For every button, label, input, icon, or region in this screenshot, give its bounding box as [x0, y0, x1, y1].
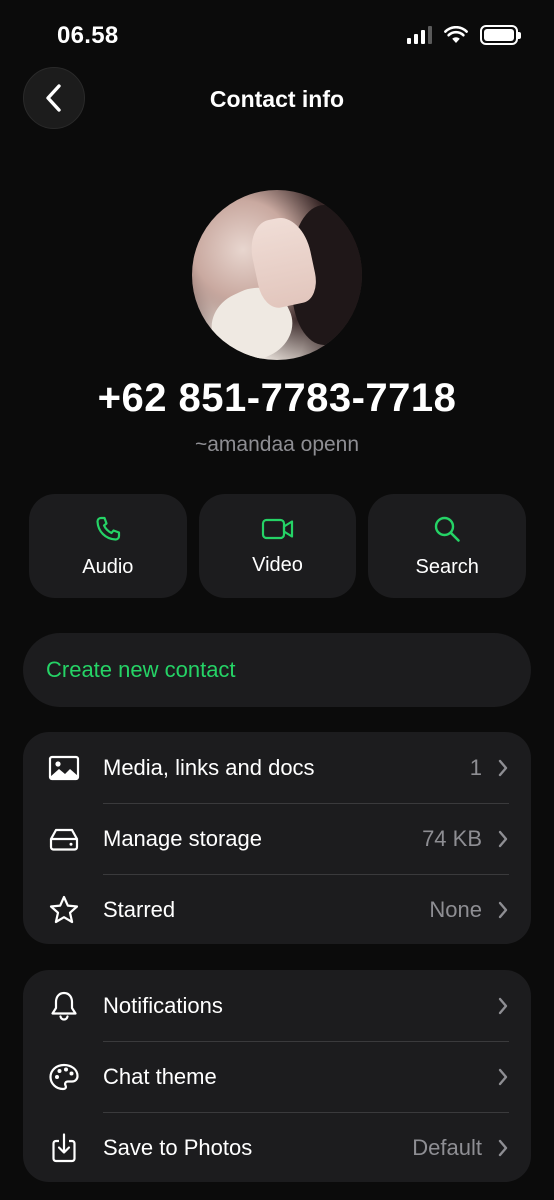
create-new-contact-button[interactable]: Create new contact	[23, 633, 531, 707]
star-icon	[47, 893, 81, 927]
video-call-button[interactable]: Video	[198, 494, 357, 598]
settings-group: Notifications Chat theme Save to Photos …	[23, 970, 531, 1182]
image-icon	[47, 751, 81, 785]
save-to-photos-value: Default	[412, 1134, 482, 1160]
save-icon	[47, 1131, 81, 1165]
manage-storage-label: Manage storage	[103, 825, 262, 851]
media-links-docs-row[interactable]: Media, links and docs 1	[23, 732, 531, 803]
contact-info-screen: 06.58 Contact info +62 851-7783-7718 ~am…	[0, 0, 554, 1200]
status-icons	[407, 25, 521, 45]
chevron-right-icon	[498, 830, 508, 847]
contact-push-name: ~amandaa openn	[194, 433, 360, 456]
chevron-right-icon	[498, 759, 508, 776]
action-buttons: Audio Video Search	[29, 494, 527, 598]
audio-call-button[interactable]: Audio	[29, 494, 187, 598]
notifications-row[interactable]: Notifications	[23, 970, 531, 1041]
video-call-label: Video	[252, 553, 303, 576]
search-button[interactable]: Search	[368, 494, 527, 598]
palette-icon	[47, 1060, 81, 1094]
status-time: 06.58	[57, 22, 119, 49]
bell-icon	[47, 989, 81, 1023]
search-label: Search	[415, 555, 479, 578]
starred-row[interactable]: Starred None	[23, 874, 531, 944]
chevron-right-icon	[498, 997, 508, 1014]
contact-phone-number: +62 851-7783-7718	[97, 376, 457, 420]
storage-size: 74 KB	[422, 825, 482, 851]
audio-call-label: Audio	[82, 555, 134, 578]
save-to-photos-row[interactable]: Save to Photos Default	[23, 1112, 531, 1182]
chevron-right-icon	[498, 1068, 508, 1085]
battery-icon	[480, 25, 521, 45]
video-icon	[261, 518, 293, 539]
save-to-photos-label: Save to Photos	[103, 1134, 253, 1160]
media-count: 1	[469, 754, 482, 780]
starred-value: None	[429, 896, 482, 922]
status-bar: 06.58	[0, 0, 554, 70]
avatar[interactable]	[192, 190, 362, 360]
media-links-docs-label: Media, links and docs	[103, 754, 315, 780]
wifi-icon	[444, 26, 468, 43]
manage-storage-row[interactable]: Manage storage 74 KB	[23, 803, 531, 874]
chevron-right-icon	[498, 901, 508, 918]
chat-theme-label: Chat theme	[103, 1063, 217, 1089]
page-title: Contact info	[209, 86, 345, 112]
search-icon	[434, 516, 460, 542]
notifications-label: Notifications	[103, 992, 223, 1018]
media-storage-group: Media, links and docs 1 Manage storage 7…	[23, 732, 531, 944]
chevron-right-icon	[498, 1139, 508, 1156]
storage-icon	[47, 822, 81, 856]
phone-icon	[96, 516, 120, 541]
cellular-signal-icon	[407, 26, 432, 44]
chat-theme-row[interactable]: Chat theme	[23, 1041, 531, 1112]
starred-label: Starred	[103, 896, 176, 922]
